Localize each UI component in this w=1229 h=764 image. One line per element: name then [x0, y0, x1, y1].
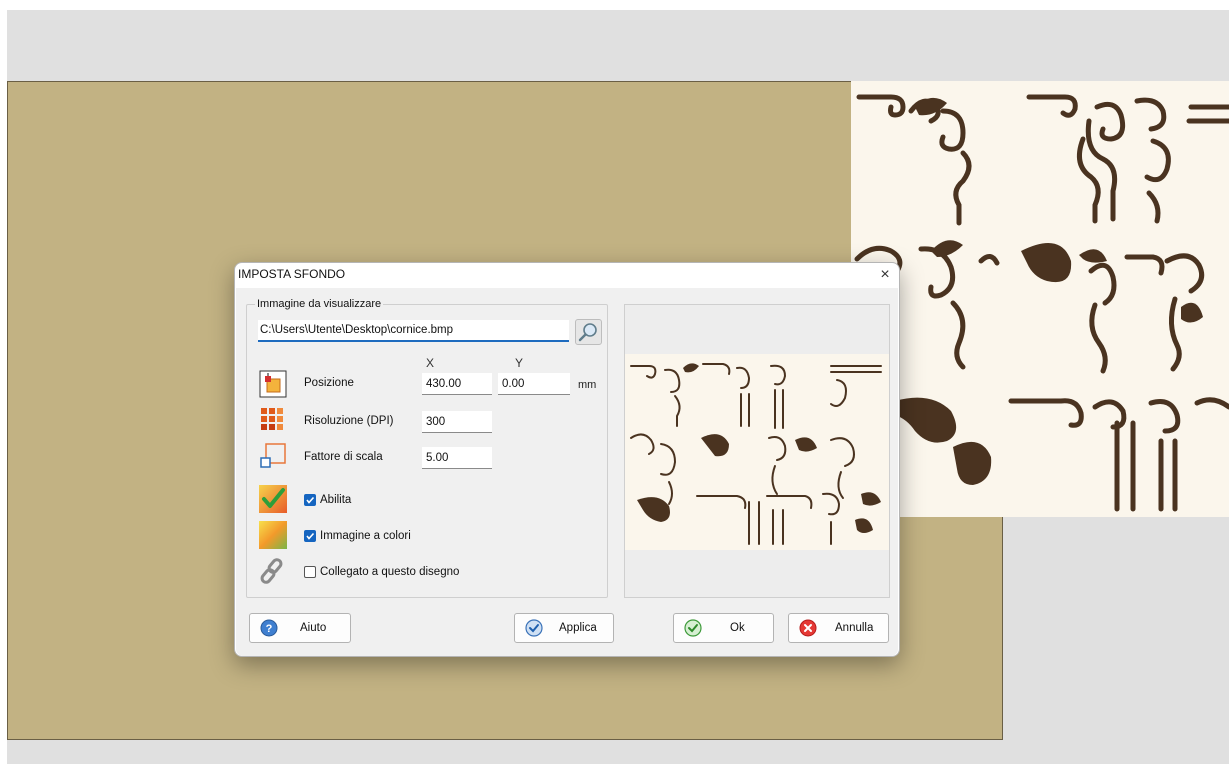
- position-unit: mm: [578, 379, 597, 391]
- position-x-input[interactable]: [422, 373, 492, 395]
- scale-label: Fattore di scala: [304, 451, 383, 463]
- resolution-input[interactable]: [422, 411, 492, 433]
- linked-checkbox[interactable]: Collegato a questo disegno: [304, 566, 459, 578]
- position-label: Posizione: [304, 377, 354, 389]
- preview-image: [625, 354, 889, 550]
- ok-check-icon: [684, 619, 702, 637]
- apply-button-label: Applica: [559, 622, 597, 634]
- enable-checkbox-label: Abilita: [320, 494, 352, 506]
- help-button-label: Aiuto: [300, 622, 327, 634]
- enable-checkbox[interactable]: Abilita: [304, 494, 351, 506]
- column-y-header: Y: [514, 356, 523, 370]
- resolution-grid-icon: [258, 405, 288, 435]
- cancel-button-label: Annulla: [835, 622, 874, 634]
- dialog-title: IMPOSTA SFONDO: [238, 267, 346, 281]
- group-title: Immagine da visualizzare: [255, 298, 384, 310]
- color-image-icon: [258, 520, 288, 550]
- color-image-checkbox-box[interactable]: [304, 530, 316, 542]
- apply-button[interactable]: Applica: [514, 613, 614, 643]
- position-y-input[interactable]: [498, 373, 570, 395]
- background-image-canvas: [851, 81, 1229, 517]
- scale-input[interactable]: [422, 447, 492, 469]
- help-icon: ?: [260, 619, 278, 637]
- resolution-label: Risoluzione (DPI): [304, 415, 394, 427]
- dialog-body: Immagine da visualizzare X Y Posizione m…: [236, 288, 898, 656]
- ok-button[interactable]: Ok: [673, 613, 774, 643]
- scale-icon: [258, 441, 288, 471]
- apply-check-icon: [525, 619, 543, 637]
- help-button[interactable]: ? Aiuto: [249, 613, 351, 643]
- column-x-header: X: [425, 356, 434, 370]
- ornament-frame-image: [854, 94, 1229, 512]
- enable-check-icon: [258, 484, 288, 514]
- color-image-checkbox[interactable]: Immagine a colori: [304, 530, 411, 542]
- cancel-button[interactable]: Annulla: [788, 613, 889, 643]
- svg-text:?: ?: [266, 623, 273, 635]
- close-icon[interactable]: ×: [875, 266, 895, 284]
- ok-button-label: Ok: [730, 622, 745, 634]
- linked-checkbox-label: Collegato a questo disegno: [320, 566, 460, 578]
- position-icon: [258, 369, 288, 399]
- color-image-checkbox-label: Immagine a colori: [320, 530, 411, 542]
- imposta-sfondo-dialog: IMPOSTA SFONDO × Immagine da visualizzar…: [234, 262, 900, 657]
- browse-button[interactable]: [575, 319, 602, 345]
- enable-checkbox-box[interactable]: [304, 494, 316, 506]
- magnifier-icon: [578, 323, 597, 342]
- image-preview: [624, 304, 890, 598]
- file-path-input[interactable]: [258, 320, 569, 342]
- linked-checkbox-box[interactable]: [304, 566, 316, 578]
- chain-link-icon: [258, 556, 288, 586]
- cancel-x-icon: [799, 619, 817, 637]
